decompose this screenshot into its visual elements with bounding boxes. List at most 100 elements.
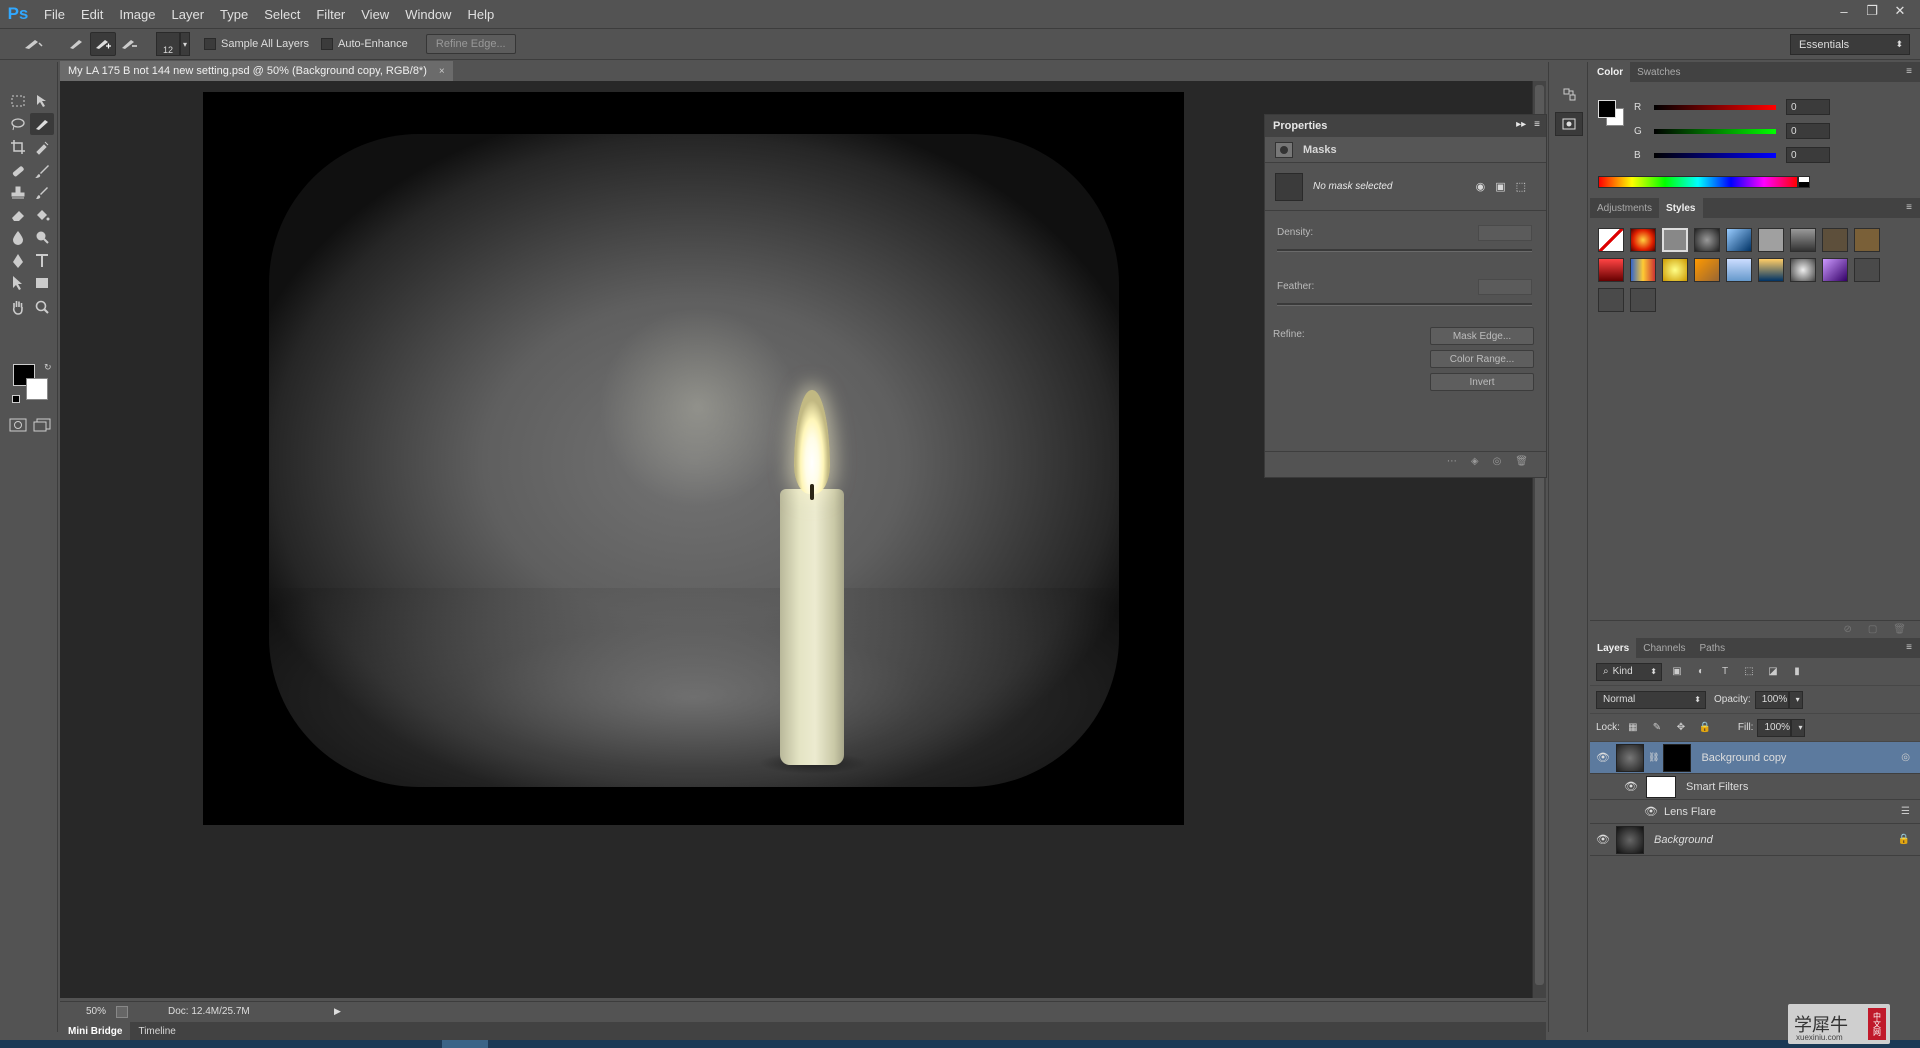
restore-button[interactable]: ❐ <box>1858 0 1886 22</box>
mask-edge-button[interactable]: Mask Edge... <box>1430 327 1534 345</box>
vector-mask-icon[interactable]: ⬚ <box>1516 180 1526 193</box>
tab-adjustments[interactable]: Adjustments <box>1590 198 1659 218</box>
tool-preset-picker[interactable] <box>20 32 46 56</box>
default-colors-icon[interactable] <box>12 395 20 403</box>
menu-view[interactable]: View <box>353 7 397 22</box>
workspace-switcher[interactable]: Essentials ⬍ <box>1790 34 1910 55</box>
feather-field[interactable] <box>1478 279 1532 295</box>
style-swatch[interactable] <box>1630 258 1656 282</box>
load-selection-icon[interactable]: ⋯ <box>1447 456 1457 467</box>
style-swatch[interactable] <box>1598 228 1624 252</box>
style-swatch[interactable] <box>1630 288 1656 312</box>
blur-tool[interactable] <box>6 226 30 248</box>
menu-select[interactable]: Select <box>256 7 308 22</box>
zoom-level[interactable]: 50% <box>60 1006 110 1017</box>
panel-menu-icon[interactable]: ≡ <box>1906 202 1912 213</box>
smart-object-filter-icon[interactable]: ◪ <box>1764 663 1782 681</box>
lock-transparent-icon[interactable]: ▦ <box>1624 719 1642 737</box>
close-tab-icon[interactable]: × <box>439 66 445 77</box>
fill-slider-toggle[interactable]: ▾ <box>1791 718 1806 737</box>
eraser-tool[interactable] <box>6 204 30 226</box>
style-swatch[interactable] <box>1598 288 1624 312</box>
panel-menu-icon[interactable]: ≡ <box>1906 642 1912 653</box>
feather-slider[interactable] <box>1277 303 1532 306</box>
style-swatch[interactable] <box>1726 228 1752 252</box>
delete-style-icon[interactable]: 🗑 <box>1893 624 1906 635</box>
style-swatch[interactable] <box>1630 228 1656 252</box>
menu-layer[interactable]: Layer <box>164 7 213 22</box>
status-menu-arrow-icon[interactable]: ▶ <box>334 1006 341 1017</box>
new-style-icon[interactable]: ▢ <box>1868 624 1877 635</box>
layer-background-copy[interactable]: 👁 ⛓ Background copy ◎ <box>1590 742 1920 774</box>
menu-window[interactable]: Window <box>397 7 459 22</box>
color-spectrum-bar[interactable] <box>1598 176 1798 188</box>
document-image[interactable] <box>203 92 1184 825</box>
close-button[interactable]: ✕ <box>1886 0 1914 22</box>
layer-mask-thumbnail[interactable] <box>1663 743 1692 772</box>
smart-filters-row[interactable]: 👁 Smart Filters <box>1590 774 1920 800</box>
auto-enhance-checkbox[interactable]: Auto-Enhance <box>321 38 408 50</box>
tab-color[interactable]: Color <box>1590 62 1631 82</box>
style-swatch[interactable] <box>1694 258 1720 282</box>
taskbar-active-item[interactable] <box>442 1040 488 1048</box>
visibility-eye-icon[interactable]: 👁 <box>1590 780 1646 793</box>
density-field[interactable] <box>1478 225 1532 241</box>
style-swatch[interactable] <box>1854 258 1880 282</box>
invert-button[interactable]: Invert <box>1430 373 1534 391</box>
new-selection-mode[interactable] <box>64 32 90 56</box>
screen-mode-toggle[interactable] <box>30 414 54 436</box>
opacity-field[interactable]: 100% <box>1754 690 1789 709</box>
dodge-tool[interactable] <box>30 226 54 248</box>
style-swatch[interactable] <box>1694 228 1720 252</box>
background-color-swatch[interactable] <box>26 378 48 400</box>
panel-menu-icon[interactable]: ≡ <box>1906 66 1912 77</box>
rectangle-tool[interactable] <box>30 272 54 294</box>
pen-tool[interactable] <box>6 250 30 272</box>
menu-file[interactable]: File <box>36 7 73 22</box>
lasso-tool[interactable] <box>6 113 30 135</box>
menu-type[interactable]: Type <box>212 7 256 22</box>
style-swatch[interactable] <box>1662 258 1688 282</box>
adjustment-filter-icon[interactable]: ◐ <box>1692 663 1710 681</box>
filter-options-icon[interactable]: ☰ <box>1901 806 1910 817</box>
paint-bucket-tool[interactable] <box>30 204 54 226</box>
properties-header[interactable]: Properties ▸▸ ≡ <box>1265 115 1546 137</box>
color-range-button[interactable]: Color Range... <box>1430 350 1534 368</box>
refine-edge-button[interactable]: Refine Edge... <box>425 34 516 54</box>
layer-background[interactable]: 👁 Background 🔒 <box>1590 824 1920 856</box>
subtract-selection-mode[interactable] <box>116 32 142 56</box>
panel-menu-icon[interactable]: ≡ <box>1534 119 1540 130</box>
green-slider[interactable] <box>1654 128 1776 134</box>
tab-swatches[interactable]: Swatches <box>1630 62 1687 82</box>
visibility-eye-icon[interactable]: 👁 <box>1590 833 1616 846</box>
style-swatch[interactable] <box>1598 258 1624 282</box>
brush-size-picker[interactable]: 12 <box>156 32 180 56</box>
brush-size-dropdown-arrow[interactable]: ▾ <box>180 32 190 56</box>
minimize-button[interactable]: – <box>1830 0 1858 22</box>
visibility-eye-icon[interactable]: 👁 <box>1590 805 1664 818</box>
filter-kind-dropdown[interactable]: ⌕ Kind ⬍ <box>1596 662 1662 681</box>
style-swatch[interactable] <box>1790 228 1816 252</box>
lock-image-icon[interactable]: ✎ <box>1648 719 1666 737</box>
style-swatch-selected[interactable] <box>1662 228 1688 252</box>
style-swatch[interactable] <box>1726 258 1752 282</box>
document-info-icon[interactable] <box>116 1005 128 1018</box>
document-tab[interactable]: My LA 175 B not 144 new setting.psd @ 50… <box>60 61 453 81</box>
blue-slider[interactable] <box>1654 152 1776 158</box>
swap-colors-icon[interactable]: ↻ <box>44 362 52 373</box>
menu-image[interactable]: Image <box>111 7 163 22</box>
hand-tool[interactable] <box>6 296 30 318</box>
type-tool[interactable] <box>30 250 54 272</box>
style-swatch[interactable] <box>1854 228 1880 252</box>
shape-filter-icon[interactable]: ⬚ <box>1740 663 1758 681</box>
style-swatch[interactable] <box>1790 258 1816 282</box>
red-value-field[interactable]: 0 <box>1786 99 1830 115</box>
color-panel-fg-swatch[interactable] <box>1598 100 1616 118</box>
tab-styles[interactable]: Styles <box>1659 198 1703 218</box>
lock-position-icon[interactable]: ✥ <box>1672 719 1690 737</box>
quick-selection-tool[interactable] <box>30 113 54 135</box>
healing-brush-tool[interactable] <box>6 160 30 182</box>
delete-mask-icon[interactable]: 🗑 <box>1515 456 1528 467</box>
tab-channels[interactable]: Channels <box>1636 638 1692 658</box>
blend-mode-dropdown[interactable]: Normal ⬍ <box>1596 690 1706 709</box>
